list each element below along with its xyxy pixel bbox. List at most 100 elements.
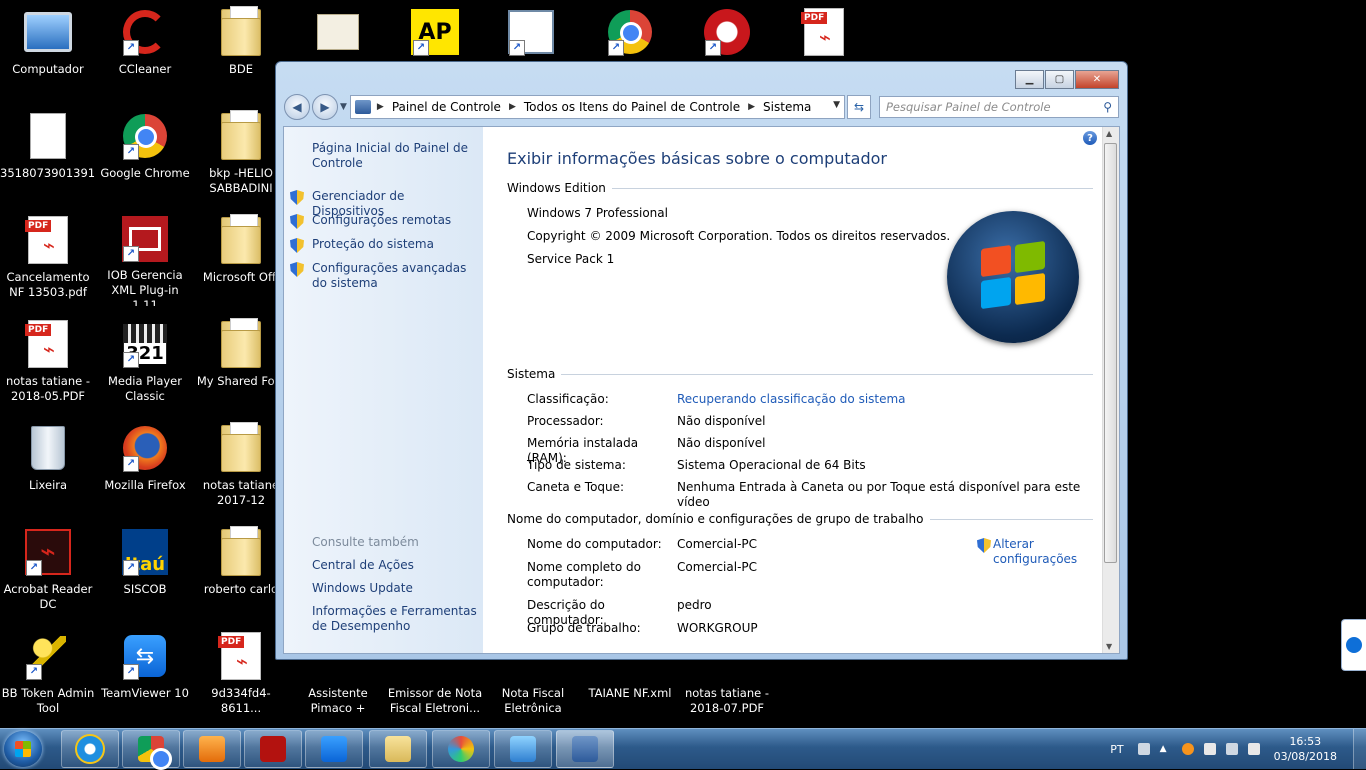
folder-icon	[221, 318, 261, 368]
task-advanced-settings-link[interactable]: Configurações avançadas do sistema	[312, 261, 472, 291]
desktop-icon-html-file[interactable]: 3518073901391...	[0, 104, 96, 202]
control-panel-home-link[interactable]: Página Inicial do Painel de Controle	[312, 141, 472, 171]
start-button[interactable]	[4, 731, 42, 767]
search-icon[interactable]: ⚲	[1103, 100, 1112, 114]
help-icon[interactable]: ?	[1083, 131, 1097, 145]
clock-date: 03/08/2018	[1273, 750, 1337, 763]
desktop-icon-iob-gerencia[interactable]: ↗ IOB Gerencia XML Plug-in 1.11	[97, 208, 193, 306]
desktop-icon-teamviewer[interactable]: ⇆ ↗ TeamViewer 10	[97, 624, 193, 722]
taskbar-chrome[interactable]	[122, 730, 180, 770]
refresh-button[interactable]: ⇆	[847, 95, 871, 119]
windows-flag-icon	[15, 741, 31, 757]
teamviewer-icon	[1346, 637, 1362, 653]
media-player-icon	[199, 736, 225, 762]
task-remote-settings[interactable]: Configurações remotas	[290, 213, 480, 229]
forward-arrow-icon: ▶	[320, 100, 330, 114]
section-system: Sistema	[507, 367, 1093, 381]
shortcut-arrow-icon: ↗	[26, 560, 42, 576]
see-also-windows-update[interactable]: Windows Update	[312, 581, 477, 596]
uac-shield-icon	[290, 214, 304, 229]
taskbar-internet-explorer[interactable]	[61, 730, 119, 768]
chrome-icon	[138, 736, 172, 770]
recent-pages-dropdown[interactable]: ▼	[340, 102, 347, 112]
desktop-icon-media-player-classic[interactable]: 321 ↗ Media Player Classic	[97, 312, 193, 410]
system-info-pane: ? Exibir informações básicas sobre o com…	[483, 127, 1103, 653]
desktop-icon-notas-2018-05[interactable]: PDF ⌁ notas tatiane - 2018-05.PDF	[0, 312, 96, 410]
breadcrumb-painel-de-controle[interactable]: Painel de Controle	[392, 100, 501, 114]
network-icon	[510, 736, 536, 762]
uac-shield-icon	[290, 262, 304, 277]
see-also-performance[interactable]: Informações e Ferramentas de Desempenho	[312, 604, 477, 634]
desktop-icon-computador[interactable]: Computador	[0, 0, 96, 98]
taskbar-media-player[interactable]	[183, 730, 241, 768]
rating-link[interactable]: Recuperando classificação do sistema	[677, 392, 1083, 407]
desktop-icon-acrobat[interactable]: ⌁ ↗ Acrobat Reader DC	[0, 520, 96, 618]
scroll-up-icon[interactable]: ▲	[1106, 129, 1112, 138]
task-advanced-settings[interactable]: Configurações avançadas do sistema	[290, 261, 480, 291]
taskbar-explorer[interactable]	[369, 730, 427, 768]
breadcrumb-todos-os-itens[interactable]: Todos os Itens do Painel de Controle	[524, 100, 740, 114]
scrollbar-thumb[interactable]	[1104, 143, 1117, 563]
scroll-down-icon[interactable]: ▼	[1106, 642, 1112, 651]
pdf-icon: PDF ⌁	[25, 320, 68, 368]
close-button[interactable]: ✕	[1075, 70, 1119, 89]
shortcut-arrow-icon: ↗	[26, 664, 42, 680]
address-bar[interactable]: ▶ Painel de Controle ▶ Todos os Itens do…	[349, 95, 845, 119]
task-remote-settings-link[interactable]: Configurações remotas	[312, 213, 451, 229]
keyboard-icon[interactable]	[1137, 743, 1150, 755]
pdf-icon: PDF ⌁	[25, 216, 68, 264]
address-dropdown-icon[interactable]: ▼	[833, 100, 840, 110]
system-row-processor: Processador: Não disponível	[527, 414, 766, 428]
uac-shield-icon	[290, 190, 304, 205]
task-system-protection[interactable]: Proteção do sistema	[290, 237, 480, 253]
desktop-icon-siscob[interactable]: Itaú ↗ SISCOB	[97, 520, 193, 618]
shortcut-arrow-icon: ↗	[705, 40, 721, 56]
action-center-icon[interactable]	[1203, 743, 1216, 755]
show-desktop-button[interactable]	[1353, 729, 1366, 769]
teamviewer-side-tab[interactable]	[1341, 619, 1366, 671]
forward-button[interactable]: ▶	[312, 94, 338, 120]
desktop-icon-firefox[interactable]: ↗ Mozilla Firefox	[97, 416, 193, 514]
show-hidden-icons-icon[interactable]: ▲	[1160, 743, 1172, 755]
breadcrumb-separator-icon[interactable]: ▶	[748, 102, 755, 112]
taskbar-network[interactable]	[494, 730, 552, 768]
taskbar-paint[interactable]	[432, 730, 490, 768]
desktop-icon-ccleaner[interactable]: ↗ CCleaner	[97, 0, 193, 98]
see-also-action-center[interactable]: Central de Ações	[312, 558, 477, 573]
search-input[interactable]: Pesquisar Painel de Controle ⚲	[879, 96, 1119, 118]
breadcrumb-separator-icon[interactable]: ▶	[509, 102, 516, 112]
task-system-protection-link[interactable]: Proteção do sistema	[312, 237, 434, 253]
change-settings-link[interactable]: Alterar configurações	[977, 537, 1077, 567]
breadcrumb-separator-icon[interactable]: ▶	[377, 102, 384, 112]
breadcrumb-sistema[interactable]: Sistema	[763, 100, 811, 114]
desktop-icon-bb-token[interactable]: ↗ BB Token Admin Tool	[0, 624, 96, 722]
minimize-button[interactable]: ▁	[1015, 70, 1044, 89]
clock[interactable]: 16:53 03/08/2018	[1274, 734, 1337, 764]
back-button[interactable]: ◀	[284, 94, 310, 120]
back-arrow-icon: ◀	[292, 100, 302, 114]
desktop-icon-cancelamento-pdf[interactable]: PDF ⌁ Cancelamento NF 13503.pdf	[0, 208, 96, 306]
vertical-scrollbar[interactable]: ▲ ▼	[1102, 127, 1119, 653]
language-indicator[interactable]: PT	[1110, 743, 1123, 756]
mail-icon	[317, 14, 359, 50]
system-tray: PT ▲ 16:53 03/08/2018	[1110, 729, 1366, 769]
taskbar-control-panel[interactable]	[556, 730, 614, 768]
taskbar-acrobat[interactable]	[244, 730, 302, 768]
shortcut-arrow-icon: ↗	[123, 456, 139, 472]
desktop-icon-lixeira[interactable]: Lixeira	[0, 416, 96, 514]
network-status-icon[interactable]	[1225, 743, 1238, 755]
windows-logo-icon	[947, 211, 1079, 343]
computer-row-workgroup: Grupo de trabalho: WORKGROUP	[527, 621, 758, 635]
change-settings-label[interactable]: Alterar configurações	[993, 537, 1077, 567]
avast-icon[interactable]	[1181, 743, 1194, 755]
folder-icon	[221, 214, 261, 264]
taskbar-teamviewer[interactable]	[305, 730, 363, 768]
section-title: Windows Edition	[507, 181, 606, 195]
page-title: Exibir informações básicas sobre o compu…	[507, 149, 887, 168]
section-windows-edition: Windows Edition	[507, 181, 1093, 195]
maximize-button[interactable]: ▢	[1045, 70, 1074, 89]
refresh-icon: ⇆	[853, 100, 865, 114]
volume-muted-icon[interactable]	[1247, 743, 1260, 755]
section-computer-name: Nome do computador, domínio e configuraç…	[507, 512, 1093, 526]
desktop-icon-google-chrome[interactable]: ↗ Google Chrome	[97, 104, 193, 202]
